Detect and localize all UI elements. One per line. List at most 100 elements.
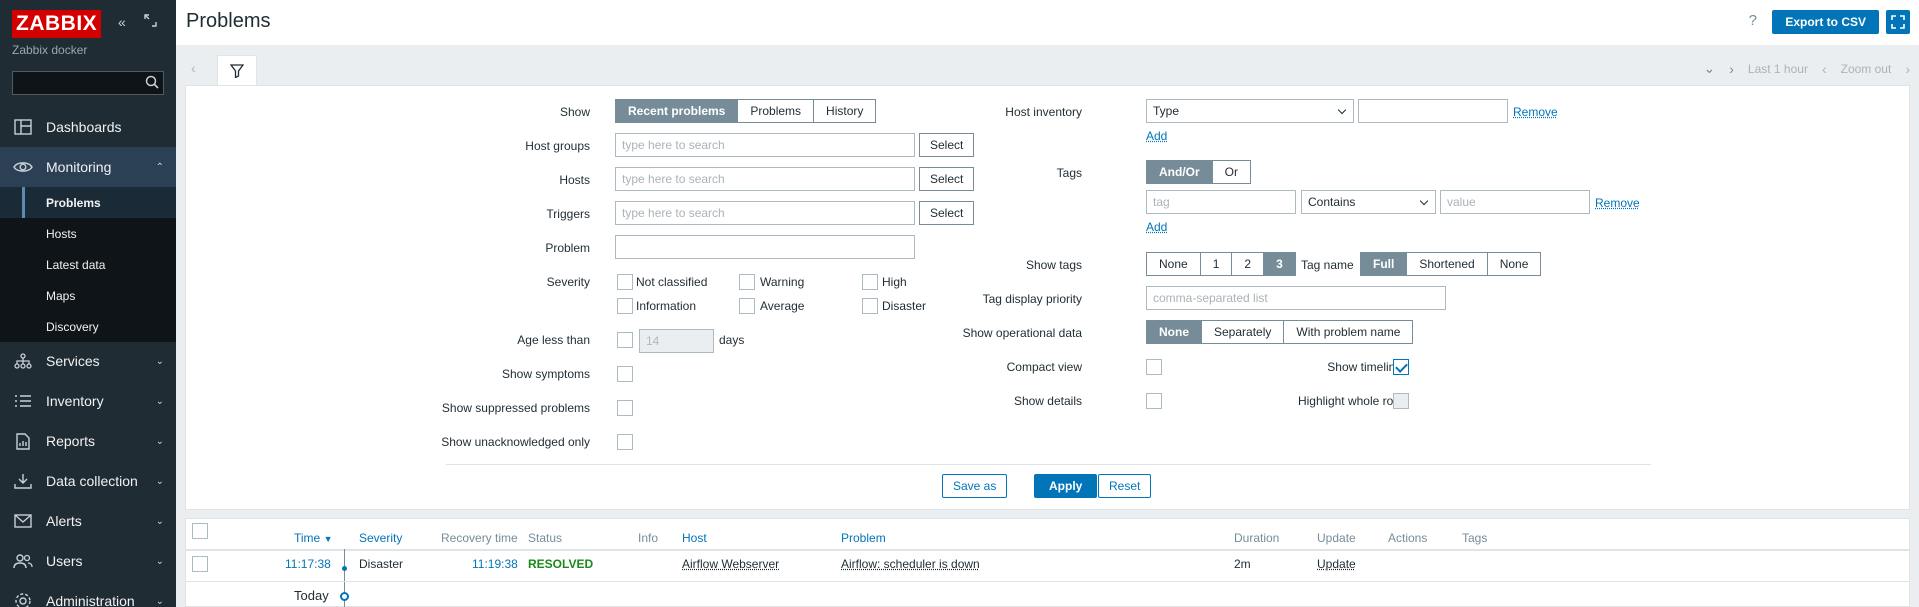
tag-name-full[interactable]: Full bbox=[1360, 252, 1408, 276]
save-as-button[interactable]: Save as bbox=[942, 474, 1008, 498]
chevron-down-icon: ⌄ bbox=[155, 595, 164, 607]
tag-name-input[interactable]: tag bbox=[1146, 190, 1296, 214]
show-unack-checkbox[interactable] bbox=[617, 434, 633, 450]
problem-input[interactable] bbox=[615, 235, 915, 259]
show-suppressed-checkbox[interactable] bbox=[617, 400, 633, 416]
col-severity[interactable]: Severity bbox=[359, 531, 402, 545]
tag-remove-link[interactable]: Remove bbox=[1595, 196, 1640, 210]
nav-users[interactable]: Users ⌄ bbox=[0, 541, 176, 581]
fullscreen-button[interactable] bbox=[1886, 10, 1910, 34]
show-recent-problems[interactable]: Recent problems bbox=[615, 99, 739, 123]
chevron-down-icon[interactable]: ⌄ bbox=[1704, 60, 1716, 77]
nav-reports[interactable]: Reports ⌄ bbox=[0, 421, 176, 461]
filter-panel: Show Recent problems Problems History Ho… bbox=[185, 85, 1910, 510]
host-groups-input[interactable]: type here to search bbox=[615, 133, 915, 157]
tag-priority-input[interactable]: comma-separated list bbox=[1146, 286, 1446, 310]
help-icon[interactable]: ? bbox=[1749, 12, 1757, 29]
show-tags-1[interactable]: 1 bbox=[1199, 252, 1233, 276]
row-host-link[interactable]: Airflow Webserver bbox=[682, 557, 779, 571]
tag-name-none[interactable]: None bbox=[1486, 252, 1542, 276]
opdata-separately[interactable]: Separately bbox=[1201, 320, 1285, 344]
severity-average-checkbox[interactable] bbox=[739, 298, 755, 314]
col-problem[interactable]: Problem bbox=[841, 531, 886, 545]
host-inventory-add-link[interactable]: Add bbox=[1146, 129, 1167, 143]
hosts-input[interactable]: type here to search bbox=[615, 167, 915, 191]
opdata-with-problem-name[interactable]: With problem name bbox=[1283, 320, 1414, 344]
triggers-select-button[interactable]: Select bbox=[919, 201, 975, 225]
show-tags-2[interactable]: 2 bbox=[1231, 252, 1265, 276]
mail-icon bbox=[0, 514, 46, 528]
kiosk-mode-icon[interactable] bbox=[144, 14, 157, 30]
nav-administration[interactable]: Administration ⌄ bbox=[0, 581, 176, 607]
col-recovery-time: Recovery time bbox=[441, 531, 518, 545]
highlight-row-checkbox[interactable] bbox=[1393, 393, 1409, 409]
export-csv-button[interactable]: Export to CSV bbox=[1772, 10, 1879, 34]
subnav-latest-data[interactable]: Latest data bbox=[0, 249, 176, 280]
show-details-checkbox[interactable] bbox=[1146, 393, 1162, 409]
time-forward-icon[interactable]: › bbox=[1905, 61, 1910, 77]
show-timeline-checkbox[interactable] bbox=[1393, 359, 1409, 375]
tab-scroll-left-icon[interactable]: ‹ bbox=[191, 60, 196, 76]
search-icon[interactable] bbox=[145, 75, 159, 92]
hosts-select-button[interactable]: Select bbox=[919, 167, 975, 191]
severity-high-checkbox[interactable] bbox=[862, 274, 878, 290]
select-all-checkbox[interactable] bbox=[192, 523, 208, 539]
age-checkbox[interactable] bbox=[617, 332, 633, 348]
time-range[interactable]: Last 1 hour bbox=[1748, 62, 1808, 76]
host-groups-select-button[interactable]: Select bbox=[919, 133, 975, 157]
host-inventory-label: Host inventory bbox=[1005, 105, 1082, 119]
apply-button[interactable]: Apply bbox=[1034, 474, 1098, 498]
subnav-discovery[interactable]: Discovery bbox=[0, 311, 176, 342]
tag-operator-select[interactable]: Contains bbox=[1301, 190, 1436, 214]
col-host[interactable]: Host bbox=[682, 531, 707, 545]
show-tags-none[interactable]: None bbox=[1146, 252, 1201, 276]
subnav-maps[interactable]: Maps bbox=[0, 280, 176, 311]
host-groups-label: Host groups bbox=[525, 139, 590, 153]
time-prev-icon[interactable]: ‹ bbox=[1822, 61, 1827, 77]
subnav-problems[interactable]: Problems bbox=[0, 187, 176, 218]
nav-monitoring[interactable]: Monitoring ⌃ bbox=[0, 147, 176, 187]
subnav-hosts[interactable]: Hosts bbox=[0, 218, 176, 249]
severity-option-label: Information bbox=[636, 299, 697, 313]
col-time[interactable]: Time ▼ bbox=[294, 531, 333, 545]
show-details-label: Show details bbox=[1013, 394, 1082, 408]
time-next-icon[interactable]: › bbox=[1729, 61, 1734, 77]
timeline-today-label: Today bbox=[294, 588, 329, 603]
severity-warning-checkbox[interactable] bbox=[739, 274, 755, 290]
tag-add-link[interactable]: Add bbox=[1146, 220, 1167, 234]
host-inventory-type-select[interactable]: Type bbox=[1146, 99, 1354, 123]
tag-name-shortened[interactable]: Shortened bbox=[1406, 252, 1488, 276]
row-problem-link[interactable]: Airflow: scheduler is down bbox=[841, 557, 980, 571]
collapse-sidebar-icon[interactable]: « bbox=[118, 14, 126, 30]
nav-dashboards[interactable]: Dashboards bbox=[0, 107, 176, 147]
tags-or[interactable]: Or bbox=[1211, 160, 1252, 184]
opdata-none[interactable]: None bbox=[1146, 320, 1202, 344]
filter-tab[interactable] bbox=[217, 55, 257, 86]
nav-inventory[interactable]: Inventory ⌄ bbox=[0, 381, 176, 421]
show-tags-3[interactable]: 3 bbox=[1263, 252, 1296, 276]
show-history[interactable]: History bbox=[813, 99, 877, 123]
zabbix-logo[interactable]: ZABBIX bbox=[12, 10, 102, 38]
row-time[interactable]: 11:17:38 bbox=[285, 557, 331, 571]
tag-value-input[interactable]: value bbox=[1440, 190, 1590, 214]
row-checkbox[interactable] bbox=[192, 556, 208, 572]
age-days-input[interactable]: 14 bbox=[639, 329, 714, 353]
sidebar-search-input[interactable] bbox=[12, 71, 164, 95]
reset-button[interactable]: Reset bbox=[1098, 474, 1152, 498]
nav-services[interactable]: Services ⌄ bbox=[0, 341, 176, 381]
severity-disaster-checkbox[interactable] bbox=[862, 298, 878, 314]
subnav-label: Maps bbox=[46, 288, 76, 303]
show-symptoms-checkbox[interactable] bbox=[617, 366, 633, 382]
severity-information-checkbox[interactable] bbox=[617, 298, 633, 314]
zoom-out[interactable]: Zoom out bbox=[1841, 62, 1892, 76]
show-problems[interactable]: Problems bbox=[737, 99, 815, 123]
nav-data-collection[interactable]: Data collection ⌄ bbox=[0, 461, 176, 501]
compact-view-checkbox[interactable] bbox=[1146, 359, 1162, 375]
severity-not-classified-checkbox[interactable] bbox=[617, 274, 633, 290]
triggers-input[interactable]: type here to search bbox=[615, 201, 915, 225]
row-update-link[interactable]: Update bbox=[1317, 557, 1356, 571]
host-inventory-remove-link[interactable]: Remove bbox=[1513, 105, 1558, 119]
tags-and-or[interactable]: And/Or bbox=[1146, 160, 1213, 184]
host-inventory-value-input[interactable] bbox=[1358, 99, 1508, 123]
nav-alerts[interactable]: Alerts ⌄ bbox=[0, 501, 176, 541]
